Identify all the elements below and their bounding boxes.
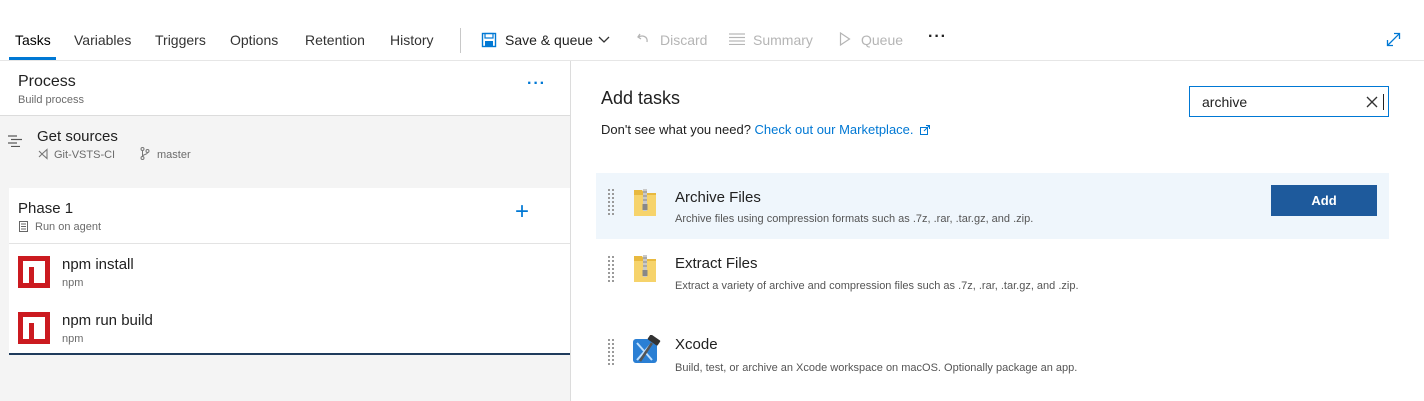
queue-button[interactable]: Queue (861, 32, 903, 48)
task-search-input[interactable] (1202, 94, 1384, 110)
repo-name: Git-VSTS-CI (54, 149, 116, 161)
drag-handle-icon[interactable] (608, 189, 614, 217)
task-result-description: Extract a variety of archive and compres… (675, 280, 1079, 292)
marketplace-link[interactable]: Check out our Marketplace. (755, 122, 914, 137)
phase-subtitle: Run on agent (35, 221, 102, 233)
npm-icon (18, 312, 50, 344)
npm-icon (18, 256, 50, 288)
tab-triggers[interactable]: Triggers (155, 32, 206, 48)
task-result-extract-files[interactable]: Extract Files Extract a variety of archi… (596, 239, 1389, 315)
discard-button[interactable]: Discard (660, 32, 707, 48)
task-subtitle: npm (62, 333, 84, 345)
task-result-archive-files[interactable]: Archive Files Archive files using compre… (596, 173, 1389, 239)
tab-tasks[interactable]: Tasks (15, 32, 51, 48)
expand-icon[interactable] (1386, 32, 1401, 47)
summary-list-icon (729, 33, 745, 45)
toolbar: Tasks Variables Triggers Options Retenti… (0, 0, 1424, 61)
add-task-plus-button[interactable]: + (515, 200, 529, 224)
process-title: Process (18, 73, 76, 90)
process-pane: Process Build process ··· Get sources Gi… (0, 61, 570, 401)
task-result-description: Build, test, or archive an Xcode workspa… (675, 362, 1078, 374)
pane-splitter[interactable] (570, 61, 571, 401)
save-and-queue-button[interactable]: Save & queue (505, 32, 593, 48)
add-task-button[interactable]: Add (1271, 185, 1377, 216)
drag-handle-icon[interactable] (608, 256, 614, 284)
marketplace-hint: Don't see what you need? Check out our M… (601, 122, 931, 137)
undo-icon (637, 33, 648, 43)
clear-search-icon[interactable] (1365, 95, 1379, 109)
external-link-icon[interactable] (920, 125, 931, 135)
branch-icon (140, 147, 150, 160)
get-sources-title: Get sources (37, 128, 118, 145)
phase-card: Phase 1 Run on agent + npm install npm n… (9, 188, 570, 355)
task-result-title: Archive Files (675, 189, 761, 206)
task-title: npm install (62, 256, 134, 273)
dont-see-text: Don't see what you need? (601, 122, 751, 137)
drag-handle-icon[interactable] (608, 339, 614, 367)
summary-button[interactable]: Summary (753, 32, 813, 48)
save-icon[interactable] (481, 32, 497, 48)
task-result-title: Extract Files (675, 255, 758, 272)
task-title: npm run build (62, 312, 153, 329)
process-subtitle: Build process (18, 94, 85, 106)
task-result-title: Xcode (675, 336, 718, 353)
agent-server-icon (19, 221, 28, 232)
tab-history[interactable]: History (390, 32, 434, 48)
tab-variables[interactable]: Variables (74, 32, 131, 48)
add-tasks-title: Add tasks (601, 88, 681, 108)
chevron-down-icon[interactable] (598, 35, 610, 45)
archive-folder-icon (634, 255, 656, 282)
active-tab-indicator (9, 57, 56, 60)
archive-folder-icon (634, 189, 656, 216)
more-actions-button[interactable]: ··· (928, 28, 947, 46)
task-subtitle: npm (62, 277, 84, 289)
process-header[interactable]: Process Build process ··· (0, 61, 570, 116)
task-search-box[interactable] (1189, 86, 1389, 117)
phase-title[interactable]: Phase 1 (18, 200, 73, 217)
process-more-button[interactable]: ··· (527, 75, 546, 93)
task-result-description: Archive files using compression formats … (675, 213, 1034, 225)
toolbar-divider (460, 28, 461, 53)
get-sources-icon (8, 135, 22, 147)
task-npm-run-build[interactable]: npm run build npm (9, 300, 570, 356)
tab-retention[interactable]: Retention (305, 32, 365, 48)
play-icon (839, 32, 851, 46)
branch-name: master (157, 149, 191, 161)
repo-icon (38, 148, 48, 160)
tab-options[interactable]: Options (230, 32, 278, 48)
xcode-icon (633, 335, 661, 363)
task-npm-install[interactable]: npm install npm (9, 244, 570, 300)
task-result-xcode[interactable]: Xcode Build, test, or archive an Xcode w… (596, 321, 1389, 401)
